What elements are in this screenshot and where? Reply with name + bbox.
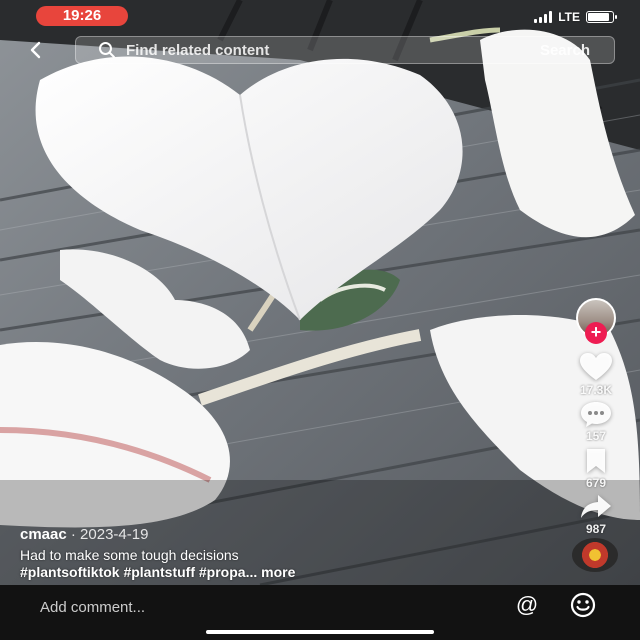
hashtags-text[interactable]: #plantsoftiktok #plantstuff #propa... [20,564,257,580]
like-button[interactable]: 17.3K [564,352,628,397]
share-button[interactable]: 987 [564,493,628,536]
more-link[interactable]: more [257,564,295,580]
comment-input[interactable] [38,591,472,623]
share-arrow-icon [581,495,611,518]
chevron-left-icon [30,41,41,59]
search-bar[interactable]: Search [75,36,615,64]
at-sign-icon[interactable]: @ [512,591,542,619]
search-input[interactable] [124,40,534,60]
search-icon [99,42,115,58]
comment-bubble-icon [581,402,611,427]
home-indicator [206,630,434,634]
sound-disc[interactable] [572,538,618,572]
video-frame[interactable] [0,0,640,585]
post-caption: cmaac · 2023-4-19 Had to make some tough… [20,526,540,580]
post-date: · 2023-4-19 [70,526,149,543]
comment-count: 157 [585,429,607,443]
save-button[interactable]: 679 [564,447,628,490]
plant-video-image [0,0,640,585]
action-rail: + 17.3K 157 679 987 [550,0,640,585]
post-hashtags: #plantsoftiktok #plantstuff #propa... mo… [20,564,540,580]
comment-button[interactable]: 157 [564,400,628,443]
username[interactable]: cmaac [20,526,67,543]
caption-header: cmaac · 2023-4-19 [20,526,540,543]
status-time: 19:26 [36,6,128,26]
back-button[interactable] [22,36,48,64]
post-description: Had to make some tough decisions [20,547,239,563]
like-count: 17.3K [579,383,613,397]
heart-icon [580,353,612,380]
share-count: 987 [585,522,607,536]
video-screen[interactable]: 19:26 LTE Search + 17.3K [0,0,640,640]
bookmark-icon [587,449,605,473]
save-count: 679 [585,476,607,490]
follow-button[interactable]: + [585,322,607,344]
smiley-icon[interactable] [569,591,597,619]
